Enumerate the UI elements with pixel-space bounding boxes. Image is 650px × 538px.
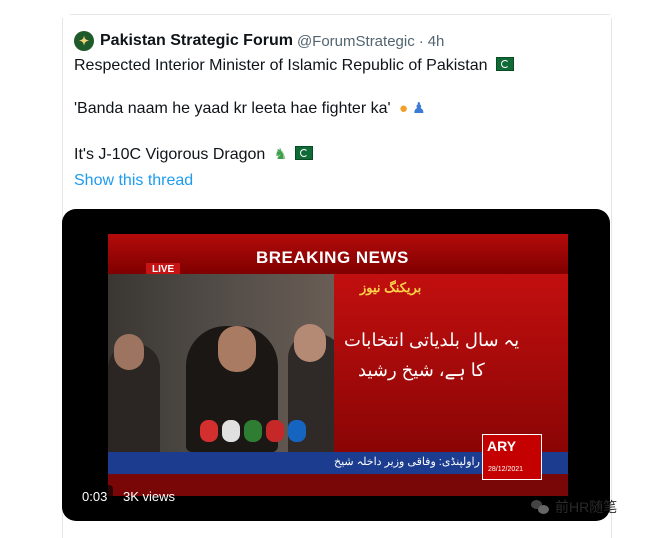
video-player[interactable]: BREAKING NEWS LIVE بریکنگ نیوز یہ سال بل… [62,209,610,521]
mic-icon [244,420,262,442]
timestamp[interactable]: 4h [428,33,445,50]
breaking-headline: BREAKING NEWS [256,248,409,267]
separator-dot: · [418,32,424,50]
channel-date: 28/12/2021 [488,466,524,473]
person-facepalming-icon: ♟ [412,100,426,117]
urdu-headline-2: کا ہے، شیخ رشید [358,360,485,380]
author-handle[interactable]: @ForumStrategic [297,33,415,50]
tweet-text-2: 'Banda naam he yaad kr leeta hae fighter… [74,100,391,117]
mic-icon [200,420,218,442]
urdu-breaking-label: بریکنگ نیوز [360,280,422,295]
mic-icon [288,420,306,442]
face-right [294,324,326,362]
show-thread-link[interactable]: Show this thread [74,172,193,190]
tweet-text-1: Respected Interior Minister of Islamic R… [74,57,488,74]
tweet-line-1: Respected Interior Minister of Islamic R… [74,57,514,75]
pakistan-flag-icon [295,146,314,160]
forum-emblem-icon[interactable]: ✦ [74,31,94,51]
crying-face-icon: ● [399,100,409,117]
top-divider [70,14,610,15]
dragon-icon: ♞ [273,146,288,163]
watermark: 前HR随笔 [531,497,617,517]
mic-icon [266,420,284,442]
wechat-icon [531,500,549,514]
author-name[interactable]: Pakistan Strategic Forum [100,32,293,50]
channel-logo: ARY [487,438,517,454]
ticker-text: راولپنڈی: وفاقی وزیر داخلہ شیخ [334,456,480,468]
face-left [114,334,144,370]
mic-icon [222,420,240,442]
microphones [200,420,340,448]
urdu-headline-1: یہ سال بلدیاتی انتخابات [344,330,520,350]
tweet-line-2: 'Banda naam he yaad kr leeta hae fighter… [74,99,426,118]
tweet-line-3: It's J-10C Vigorous Dragon ♞ [74,145,314,164]
face-main [218,326,256,372]
pakistan-flag-icon [495,57,514,71]
video-duration: 0:03 [76,485,114,507]
watermark-text: 前HR随笔 [555,499,618,515]
video-views: 3K views [123,488,176,504]
tweet-header: ✦ Pakistan Strategic Forum @ForumStrateg… [74,30,444,52]
video-frame[interactable]: BREAKING NEWS LIVE بریکنگ نیوز یہ سال بل… [108,234,568,496]
tweet-text-3: It's J-10C Vigorous Dragon [74,146,266,163]
